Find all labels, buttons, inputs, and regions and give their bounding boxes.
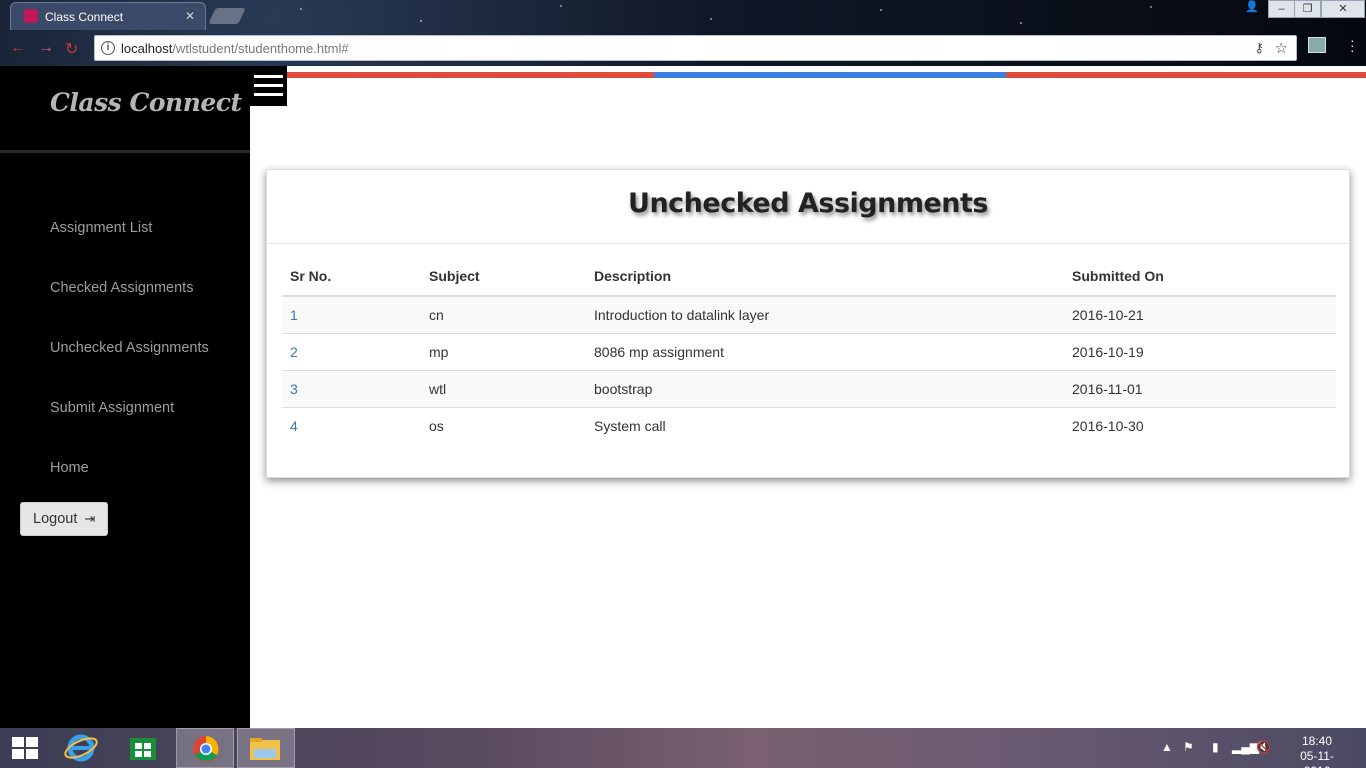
subject-cell: wtl bbox=[421, 369, 586, 407]
battery-icon[interactable]: ▮ bbox=[1212, 740, 1219, 754]
logout-button[interactable]: Logout ⇥ bbox=[20, 502, 108, 536]
description-cell: 8086 mp assignment bbox=[586, 332, 1064, 370]
chrome-taskbar-button[interactable] bbox=[176, 728, 234, 768]
forward-icon[interactable]: → bbox=[38, 39, 54, 57]
omnibox[interactable]: i localhost/wtlstudent/studenthome.html#… bbox=[94, 35, 1297, 61]
ie-logo-icon bbox=[64, 734, 98, 762]
background-star bbox=[560, 5, 562, 7]
table-header-row: Sr No. Subject Description Submitted On bbox=[282, 257, 1336, 297]
windows-logo-icon bbox=[12, 737, 38, 759]
table-row: 4 os System call 2016-10-30 bbox=[282, 406, 1336, 444]
divider bbox=[267, 243, 1349, 244]
submitted-on-cell: 2016-10-19 bbox=[1064, 332, 1336, 370]
close-window-button[interactable]: ✕ bbox=[1321, 0, 1365, 18]
start-button[interactable] bbox=[0, 728, 58, 768]
menu-icon[interactable]: · · · bbox=[1350, 33, 1355, 57]
table-row: 2 mp 8086 mp assignment 2016-10-19 bbox=[282, 332, 1336, 370]
back-icon[interactable]: ← bbox=[10, 39, 26, 57]
extension-icon[interactable] bbox=[1308, 37, 1326, 53]
hamburger-bar bbox=[254, 84, 283, 87]
background-star bbox=[1020, 22, 1022, 24]
network-icon[interactable]: ▂▄▆ bbox=[1232, 740, 1259, 754]
submitted-on-cell: 2016-11-01 bbox=[1064, 369, 1336, 407]
page-title: Unchecked Assignments bbox=[628, 188, 988, 219]
windows-logo-pane bbox=[26, 737, 38, 747]
assignments-table: Sr No. Subject Description Submitted On … bbox=[282, 257, 1336, 444]
url-text[interactable]: localhost/wtlstudent/studenthome.html# bbox=[121, 41, 349, 56]
hamburger-bar bbox=[254, 93, 283, 96]
store-icon[interactable] bbox=[114, 728, 172, 768]
color-strip-blue bbox=[654, 72, 1006, 78]
column-header-sr-no: Sr No. bbox=[282, 257, 421, 297]
sidebar: Class Connect Assignment List Checked As… bbox=[0, 66, 250, 728]
description-cell: Introduction to datalink layer bbox=[586, 295, 1064, 333]
windows-logo-pane bbox=[12, 749, 24, 759]
table-row: 3 wtl bootstrap 2016-11-01 bbox=[282, 369, 1336, 407]
volume-muted-icon[interactable]: 🔇 bbox=[1256, 740, 1271, 754]
store-bag-icon bbox=[130, 738, 156, 760]
windows-logo-pane bbox=[12, 737, 24, 747]
divider bbox=[0, 150, 250, 153]
flag-icon[interactable]: ⚑ bbox=[1183, 740, 1194, 754]
internet-explorer-icon[interactable] bbox=[54, 728, 112, 768]
subject-cell: mp bbox=[421, 332, 586, 370]
background-star bbox=[1150, 6, 1152, 8]
tab-close-icon[interactable]: ✕ bbox=[185, 9, 195, 23]
system-clock[interactable]: 18:40 05-11-2016 bbox=[1288, 734, 1346, 768]
sidebar-item-submit-assignment[interactable]: Submit Assignment bbox=[50, 400, 174, 416]
key-icon[interactable]: ⚷ bbox=[1254, 40, 1264, 56]
logout-label: Logout bbox=[33, 511, 78, 527]
submitted-on-cell: 2016-10-21 bbox=[1064, 295, 1336, 333]
sr-no-link[interactable]: 4 bbox=[282, 406, 421, 444]
brand-logo[interactable]: Class Connect bbox=[50, 88, 242, 117]
column-header-description: Description bbox=[586, 257, 1064, 297]
sr-no-link[interactable]: 2 bbox=[282, 332, 421, 370]
background-star bbox=[420, 20, 422, 22]
browser-tab[interactable]: Class Connect ✕ bbox=[10, 2, 206, 30]
restore-button[interactable]: ❐ bbox=[1294, 0, 1321, 18]
sidebar-item-assignment-list[interactable]: Assignment List bbox=[50, 220, 152, 236]
file-explorer-button[interactable] bbox=[237, 728, 295, 768]
sign-out-icon: ⇥ bbox=[84, 511, 96, 526]
color-strip-red bbox=[1006, 72, 1366, 78]
new-tab-button[interactable] bbox=[208, 8, 246, 24]
bookmark-star-icon[interactable]: ☆ bbox=[1275, 39, 1288, 57]
sr-no-link[interactable]: 3 bbox=[282, 369, 421, 407]
sidebar-item-home[interactable]: Home bbox=[50, 460, 89, 476]
color-strip-red bbox=[287, 72, 654, 78]
windows-logo-pane bbox=[26, 749, 38, 759]
address-bar-row: ← → ↻ i localhost/wtlstudent/studenthome… bbox=[0, 32, 1366, 66]
chrome-icon bbox=[193, 736, 219, 762]
assignments-panel: Unchecked Assignments Sr No. Subject Des… bbox=[266, 169, 1350, 478]
description-cell: bootstrap bbox=[586, 369, 1064, 407]
submitted-on-cell: 2016-10-30 bbox=[1064, 406, 1336, 444]
sr-no-link[interactable]: 1 bbox=[282, 295, 421, 333]
sidebar-item-unchecked-assignments[interactable]: Unchecked Assignments bbox=[50, 340, 209, 356]
favicon-icon bbox=[24, 9, 38, 23]
taskbar: ▲ ⚑ ▮ ▂▄▆ 🔇 18:40 05-11-2016 bbox=[0, 728, 1366, 768]
description-cell: System call bbox=[586, 406, 1064, 444]
tab-title: Class Connect bbox=[45, 10, 124, 24]
column-header-submitted-on: Submitted On bbox=[1064, 257, 1336, 297]
subject-cell: os bbox=[421, 406, 586, 444]
table-row: 1 cn Introduction to datalink layer 2016… bbox=[282, 295, 1336, 333]
show-hidden-icons-icon[interactable]: ▲ bbox=[1161, 740, 1173, 754]
clock-time: 18:40 bbox=[1301, 734, 1333, 748]
clock-date: 05-11-2016 bbox=[1300, 749, 1334, 768]
sidebar-item-checked-assignments[interactable]: Checked Assignments bbox=[50, 280, 193, 296]
folder-icon bbox=[250, 738, 280, 760]
reload-icon[interactable]: ↻ bbox=[65, 39, 78, 59]
background-star bbox=[880, 9, 882, 11]
subject-cell: cn bbox=[421, 295, 586, 333]
browser-chrome: Class Connect ✕ 👤 – ❐ ✕ ← → ↻ i localhos… bbox=[0, 0, 1366, 66]
minimize-button[interactable]: – bbox=[1268, 0, 1295, 18]
column-header-subject: Subject bbox=[421, 257, 586, 297]
info-icon[interactable]: i bbox=[101, 41, 115, 55]
menu-toggle-button[interactable] bbox=[250, 66, 287, 106]
hamburger-bar bbox=[254, 75, 283, 78]
background-star bbox=[710, 18, 712, 20]
user-icon[interactable]: 👤 bbox=[1240, 0, 1264, 18]
background-star bbox=[300, 8, 302, 10]
